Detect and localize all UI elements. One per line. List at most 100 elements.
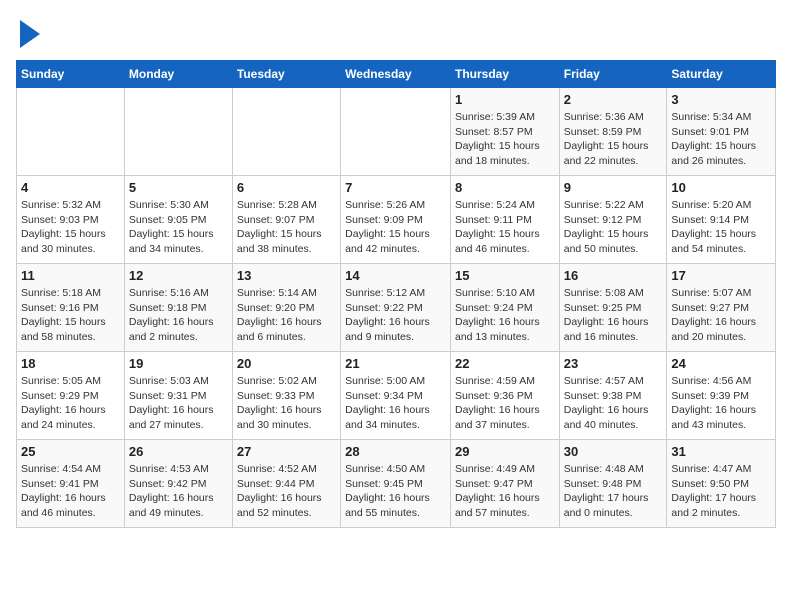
calendar-cell: 24Sunrise: 4:56 AM Sunset: 9:39 PM Dayli… — [667, 352, 776, 440]
day-info: Sunrise: 4:48 AM Sunset: 9:48 PM Dayligh… — [564, 462, 663, 521]
day-number: 29 — [455, 444, 555, 459]
day-info: Sunrise: 5:28 AM Sunset: 9:07 PM Dayligh… — [237, 198, 336, 257]
day-info: Sunrise: 5:22 AM Sunset: 9:12 PM Dayligh… — [564, 198, 663, 257]
day-number: 23 — [564, 356, 663, 371]
day-number: 16 — [564, 268, 663, 283]
day-info: Sunrise: 5:14 AM Sunset: 9:20 PM Dayligh… — [237, 286, 336, 345]
logo — [16, 16, 40, 48]
day-number: 10 — [671, 180, 771, 195]
day-number: 2 — [564, 92, 663, 107]
logo-arrow-icon — [20, 20, 40, 48]
calendar-week-4: 18 Sunrise: 5:05 AM Sunset: 9:29 PM Dayli… — [17, 352, 776, 440]
calendar-cell: 30Sunrise: 4:48 AM Sunset: 9:48 PM Dayli… — [559, 440, 667, 528]
day-info: Sunrise: 4:47 AM Sunset: 9:50 PM Dayligh… — [671, 462, 771, 521]
calendar-cell: 16Sunrise: 5:08 AM Sunset: 9:25 PM Dayli… — [559, 264, 667, 352]
day-number: 5 — [129, 180, 228, 195]
calendar-cell: 28 Sunrise: 4:50 AM Sunset: 9:45 PM Dayli… — [341, 440, 451, 528]
calendar-table: SundayMondayTuesdayWednesdayThursdayFrid… — [16, 60, 776, 528]
calendar-cell — [17, 88, 125, 176]
calendar-cell: 15 Sunrise: 5:10 AM Sunset: 9:24 PM Dayli… — [450, 264, 559, 352]
day-number: 9 — [564, 180, 663, 195]
calendar-cell: 23 Sunrise: 4:57 AM Sunset: 9:38 PM Dayli… — [559, 352, 667, 440]
day-number: 1 — [455, 92, 555, 107]
calendar-cell: 1 Sunrise: 5:39 AM Sunset: 8:57 PM Daylig… — [450, 88, 559, 176]
day-number: 28 — [345, 444, 446, 459]
weekday-header-wednesday: Wednesday — [341, 61, 451, 88]
day-info: Sunrise: 5:39 AM Sunset: 8:57 PM Dayligh… — [455, 110, 555, 169]
day-info: Sunrise: 4:56 AM Sunset: 9:39 PM Dayligh… — [671, 374, 771, 433]
day-info: Sunrise: 5:02 AM Sunset: 9:33 PM Dayligh… — [237, 374, 336, 433]
calendar-cell: 31 Sunrise: 4:47 AM Sunset: 9:50 PM Dayli… — [667, 440, 776, 528]
day-info: Sunrise: 4:53 AM Sunset: 9:42 PM Dayligh… — [129, 462, 228, 521]
calendar-cell: 8Sunrise: 5:24 AM Sunset: 9:11 PM Daylig… — [450, 176, 559, 264]
calendar-cell: 22 Sunrise: 4:59 AM Sunset: 9:36 PM Dayli… — [450, 352, 559, 440]
weekday-header-friday: Friday — [559, 61, 667, 88]
calendar-cell: 3 Sunrise: 5:34 AM Sunset: 9:01 PM Daylig… — [667, 88, 776, 176]
calendar-cell: 4 Sunrise: 5:32 AM Sunset: 9:03 PM Daylig… — [17, 176, 125, 264]
day-number: 3 — [671, 92, 771, 107]
calendar-body: 1 Sunrise: 5:39 AM Sunset: 8:57 PM Daylig… — [17, 88, 776, 528]
day-info: Sunrise: 5:26 AM Sunset: 9:09 PM Dayligh… — [345, 198, 446, 257]
day-info: Sunrise: 5:36 AM Sunset: 8:59 PM Dayligh… — [564, 110, 663, 169]
day-info: Sunrise: 5:18 AM Sunset: 9:16 PM Dayligh… — [21, 286, 120, 345]
day-info: Sunrise: 4:59 AM Sunset: 9:36 PM Dayligh… — [455, 374, 555, 433]
calendar-cell: 12 Sunrise: 5:16 AM Sunset: 9:18 PM Dayli… — [124, 264, 232, 352]
weekday-header-tuesday: Tuesday — [232, 61, 340, 88]
weekday-header-saturday: Saturday — [667, 61, 776, 88]
day-info: Sunrise: 5:24 AM Sunset: 9:11 PM Dayligh… — [455, 198, 555, 257]
calendar-cell: 2 Sunrise: 5:36 AM Sunset: 8:59 PM Daylig… — [559, 88, 667, 176]
day-number: 11 — [21, 268, 120, 283]
day-number: 17 — [671, 268, 771, 283]
calendar-cell: 14Sunrise: 5:12 AM Sunset: 9:22 PM Dayli… — [341, 264, 451, 352]
day-number: 12 — [129, 268, 228, 283]
calendar-header: SundayMondayTuesdayWednesdayThursdayFrid… — [17, 61, 776, 88]
day-number: 26 — [129, 444, 228, 459]
day-number: 18 — [21, 356, 120, 371]
calendar-cell: 25 Sunrise: 4:54 AM Sunset: 9:41 PM Dayli… — [17, 440, 125, 528]
day-number: 31 — [671, 444, 771, 459]
day-info: Sunrise: 5:05 AM Sunset: 9:29 PM Dayligh… — [21, 374, 120, 433]
calendar-cell: 19 Sunrise: 5:03 AM Sunset: 9:31 PM Dayli… — [124, 352, 232, 440]
day-info: Sunrise: 4:57 AM Sunset: 9:38 PM Dayligh… — [564, 374, 663, 433]
weekday-header-sunday: Sunday — [17, 61, 125, 88]
calendar-cell: 6 Sunrise: 5:28 AM Sunset: 9:07 PM Daylig… — [232, 176, 340, 264]
day-info: Sunrise: 5:10 AM Sunset: 9:24 PM Dayligh… — [455, 286, 555, 345]
page-header — [16, 16, 776, 48]
day-number: 20 — [237, 356, 336, 371]
weekday-header-monday: Monday — [124, 61, 232, 88]
day-number: 6 — [237, 180, 336, 195]
day-number: 27 — [237, 444, 336, 459]
day-info: Sunrise: 4:50 AM Sunset: 9:45 PM Dayligh… — [345, 462, 446, 521]
day-number: 22 — [455, 356, 555, 371]
calendar-cell: 10 Sunrise: 5:20 AM Sunset: 9:14 PM Dayli… — [667, 176, 776, 264]
day-info: Sunrise: 4:54 AM Sunset: 9:41 PM Dayligh… — [21, 462, 120, 521]
calendar-cell: 11 Sunrise: 5:18 AM Sunset: 9:16 PM Dayli… — [17, 264, 125, 352]
day-info: Sunrise: 5:20 AM Sunset: 9:14 PM Dayligh… — [671, 198, 771, 257]
calendar-cell — [341, 88, 451, 176]
day-info: Sunrise: 5:32 AM Sunset: 9:03 PM Dayligh… — [21, 198, 120, 257]
day-info: Sunrise: 5:07 AM Sunset: 9:27 PM Dayligh… — [671, 286, 771, 345]
day-info: Sunrise: 5:03 AM Sunset: 9:31 PM Dayligh… — [129, 374, 228, 433]
calendar-cell: 18 Sunrise: 5:05 AM Sunset: 9:29 PM Dayli… — [17, 352, 125, 440]
day-info: Sunrise: 5:30 AM Sunset: 9:05 PM Dayligh… — [129, 198, 228, 257]
day-number: 15 — [455, 268, 555, 283]
day-info: Sunrise: 5:34 AM Sunset: 9:01 PM Dayligh… — [671, 110, 771, 169]
calendar-cell: 27Sunrise: 4:52 AM Sunset: 9:44 PM Dayli… — [232, 440, 340, 528]
calendar-week-2: 4 Sunrise: 5:32 AM Sunset: 9:03 PM Daylig… — [17, 176, 776, 264]
day-number: 19 — [129, 356, 228, 371]
day-info: Sunrise: 4:49 AM Sunset: 9:47 PM Dayligh… — [455, 462, 555, 521]
day-number: 4 — [21, 180, 120, 195]
calendar-cell — [232, 88, 340, 176]
day-number: 13 — [237, 268, 336, 283]
calendar-cell: 5 Sunrise: 5:30 AM Sunset: 9:05 PM Daylig… — [124, 176, 232, 264]
day-number: 7 — [345, 180, 446, 195]
day-number: 25 — [21, 444, 120, 459]
day-number: 14 — [345, 268, 446, 283]
day-info: Sunrise: 5:16 AM Sunset: 9:18 PM Dayligh… — [129, 286, 228, 345]
calendar-cell: 20 Sunrise: 5:02 AM Sunset: 9:33 PM Dayli… — [232, 352, 340, 440]
calendar-week-3: 11 Sunrise: 5:18 AM Sunset: 9:16 PM Dayli… — [17, 264, 776, 352]
calendar-cell: 21Sunrise: 5:00 AM Sunset: 9:34 PM Dayli… — [341, 352, 451, 440]
calendar-week-5: 25 Sunrise: 4:54 AM Sunset: 9:41 PM Dayli… — [17, 440, 776, 528]
calendar-cell: 29 Sunrise: 4:49 AM Sunset: 9:47 PM Dayli… — [450, 440, 559, 528]
calendar-cell: 9 Sunrise: 5:22 AM Sunset: 9:12 PM Daylig… — [559, 176, 667, 264]
